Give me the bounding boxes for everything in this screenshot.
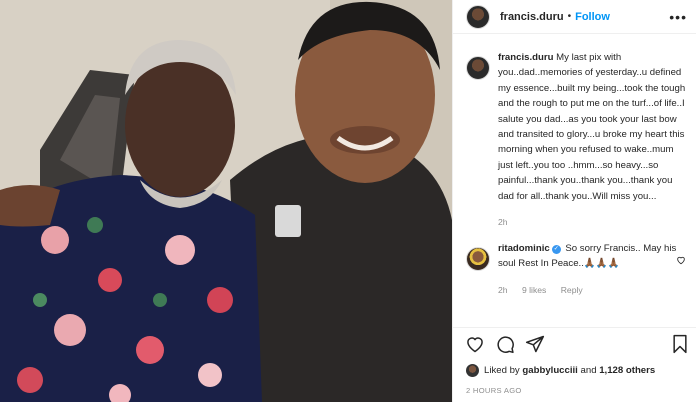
- more-options-icon[interactable]: •••: [669, 9, 687, 25]
- avatar[interactable]: [466, 4, 490, 29]
- caption: francis.duru My last pix with you..dad..…: [453, 50, 696, 227]
- caption-text-block: francis.duru My last pix with you..dad..…: [498, 50, 689, 204]
- avatar: [466, 363, 479, 377]
- bookmark-icon[interactable]: [671, 334, 689, 359]
- caption-age[interactable]: 2h: [498, 217, 508, 227]
- avatar[interactable]: [466, 247, 490, 272]
- comment-age[interactable]: 2h: [498, 285, 508, 295]
- comment-reply-button[interactable]: Reply: [561, 285, 583, 295]
- comment-item: ritadominic ✓ So sorry Francis.. May his …: [453, 241, 696, 295]
- verified-badge-icon: ✓: [551, 245, 561, 255]
- post-photo[interactable]: [0, 0, 452, 402]
- follow-button[interactable]: Follow: [575, 11, 610, 23]
- action-bar: [453, 327, 696, 357]
- likes-others[interactable]: 1,128 others: [599, 365, 655, 376]
- caption-meta: 2h: [498, 217, 689, 227]
- comments-list[interactable]: francis.duru My last pix with you..dad..…: [453, 50, 696, 320]
- post-side-panel: francis.duru • Follow ••• francis.duru M…: [452, 0, 696, 402]
- post-header: francis.duru • Follow •••: [453, 0, 696, 34]
- comment-icon[interactable]: [495, 334, 515, 359]
- comment-text-block: ritadominic ✓ So sorry Francis.. May his …: [498, 241, 689, 272]
- heart-icon[interactable]: [465, 334, 485, 359]
- comment-like-heart-icon[interactable]: [676, 255, 686, 267]
- shirt-badge: [275, 205, 301, 237]
- likes-summary[interactable]: Liked by gabbylucciii and 1,128 others: [466, 362, 655, 378]
- paper-plane-icon[interactable]: [525, 334, 545, 359]
- avatar[interactable]: [466, 56, 490, 80]
- comment-meta: 2h 9 likes Reply: [498, 285, 689, 295]
- likes-user[interactable]: gabbylucciii: [522, 365, 577, 376]
- caption-text: My last pix with you..dad..memories of y…: [498, 52, 686, 202]
- comment-likes[interactable]: 9 likes: [522, 285, 546, 295]
- comment-username[interactable]: ritadominic: [498, 243, 550, 254]
- post-timestamp[interactable]: 2 HOURS AGO: [466, 386, 522, 395]
- likes-connector: and: [580, 364, 597, 376]
- post-image: [0, 0, 452, 402]
- header-separator: •: [567, 11, 572, 22]
- caption-username[interactable]: francis.duru: [498, 52, 553, 63]
- header-username[interactable]: francis.duru: [500, 11, 564, 23]
- likes-prefix: Liked by: [484, 364, 520, 376]
